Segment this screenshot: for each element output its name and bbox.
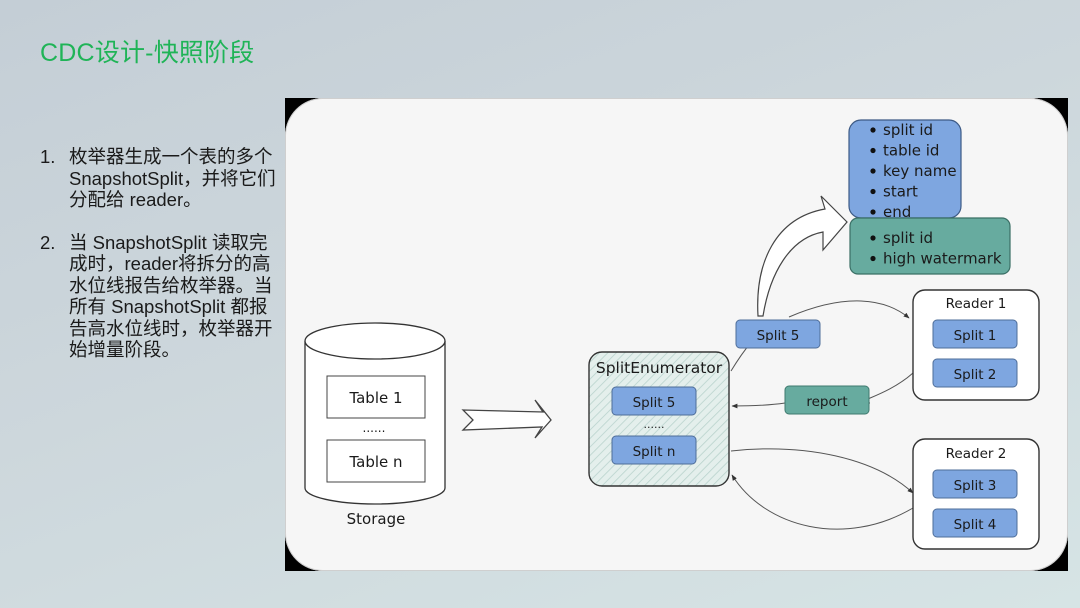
slide-title: CDC设计-快照阶段 — [40, 39, 255, 67]
assign-split-label: Split 5 — [757, 328, 800, 344]
split-label: Split 5 — [633, 395, 676, 411]
architecture-diagram: Table 1 ...... Table n Storage SplitEnum… — [304, 119, 1040, 550]
storage-ellipsis: ...... — [363, 421, 386, 435]
connector-line — [861, 372, 914, 404]
split-fields-box: split idtable idkey namestartend — [848, 119, 962, 221]
field-label: split id — [883, 229, 933, 247]
bullet-dot-icon — [870, 188, 876, 195]
bullet-item: 1. 枚举器生成一个表的多个 SnapshotSplit，并将它们分配给 rea… — [40, 146, 280, 211]
split-label: Split n — [633, 444, 676, 460]
bullet-dot-icon — [870, 255, 876, 262]
field-label: key name — [883, 162, 957, 180]
storage-cylinder: Table 1 ...... Table n Storage — [304, 322, 446, 528]
assign-arrow — [788, 300, 910, 319]
bullet-dot-icon — [870, 127, 876, 133]
field-label: table id — [883, 142, 939, 160]
reader-2: Reader 2 Split 3 Split 4 — [912, 438, 1040, 550]
enumerator-label: SplitEnumerator — [596, 359, 723, 377]
diagram-frame: Table 1 ...... Table n Storage SplitEnum… — [285, 98, 1068, 571]
table-label: Table n — [348, 453, 402, 471]
assign-arrow — [730, 448, 914, 494]
bullet-dot-icon — [870, 235, 876, 241]
bullet-item: 2. 当 SnapshotSplit 读取完成时，reader将拆分的高水位线报… — [40, 232, 280, 361]
bullet-dot-icon — [870, 168, 876, 174]
report-arrow — [731, 402, 786, 409]
bullet-number: 1. — [40, 146, 56, 167]
bullet-list: 1. 枚举器生成一个表的多个 SnapshotSplit，并将它们分配给 rea… — [40, 146, 280, 382]
split-label: Split 4 — [954, 517, 997, 533]
field-label: high watermark — [883, 250, 1002, 268]
storage-label: Storage — [347, 510, 406, 528]
reader-label: Reader 1 — [946, 296, 1007, 312]
split-label: Split 3 — [954, 478, 997, 494]
bullet-text: 枚举器生成一个表的多个 SnapshotSplit，并将它们分配给 reader… — [69, 146, 276, 210]
reader-label: Reader 2 — [946, 446, 1007, 462]
split-label: Split 2 — [954, 367, 997, 383]
report-fields-box: split id high watermark — [849, 217, 1011, 275]
flow-arrow-icon — [461, 399, 552, 439]
enumerator-ellipsis: ...... — [644, 418, 665, 431]
report-label: report — [806, 394, 847, 410]
bullet-text: 当 SnapshotSplit 读取完成时，reader将拆分的高水位线报告给枚… — [69, 231, 273, 361]
reader-1: Reader 1 Split 1 Split 2 — [912, 289, 1040, 401]
field-label: split id — [883, 121, 933, 139]
bullet-number: 2. — [40, 231, 56, 253]
split-label: Split 1 — [954, 328, 997, 344]
split-enumerator: SplitEnumerator Split 5 ...... Split n — [588, 351, 730, 487]
curved-arrow-icon — [757, 195, 848, 317]
bullet-dot-icon — [870, 209, 876, 215]
table-label: Table 1 — [348, 389, 402, 407]
report-arrow — [731, 474, 914, 530]
bullet-dot-icon — [870, 147, 876, 154]
field-label: start — [883, 183, 918, 201]
